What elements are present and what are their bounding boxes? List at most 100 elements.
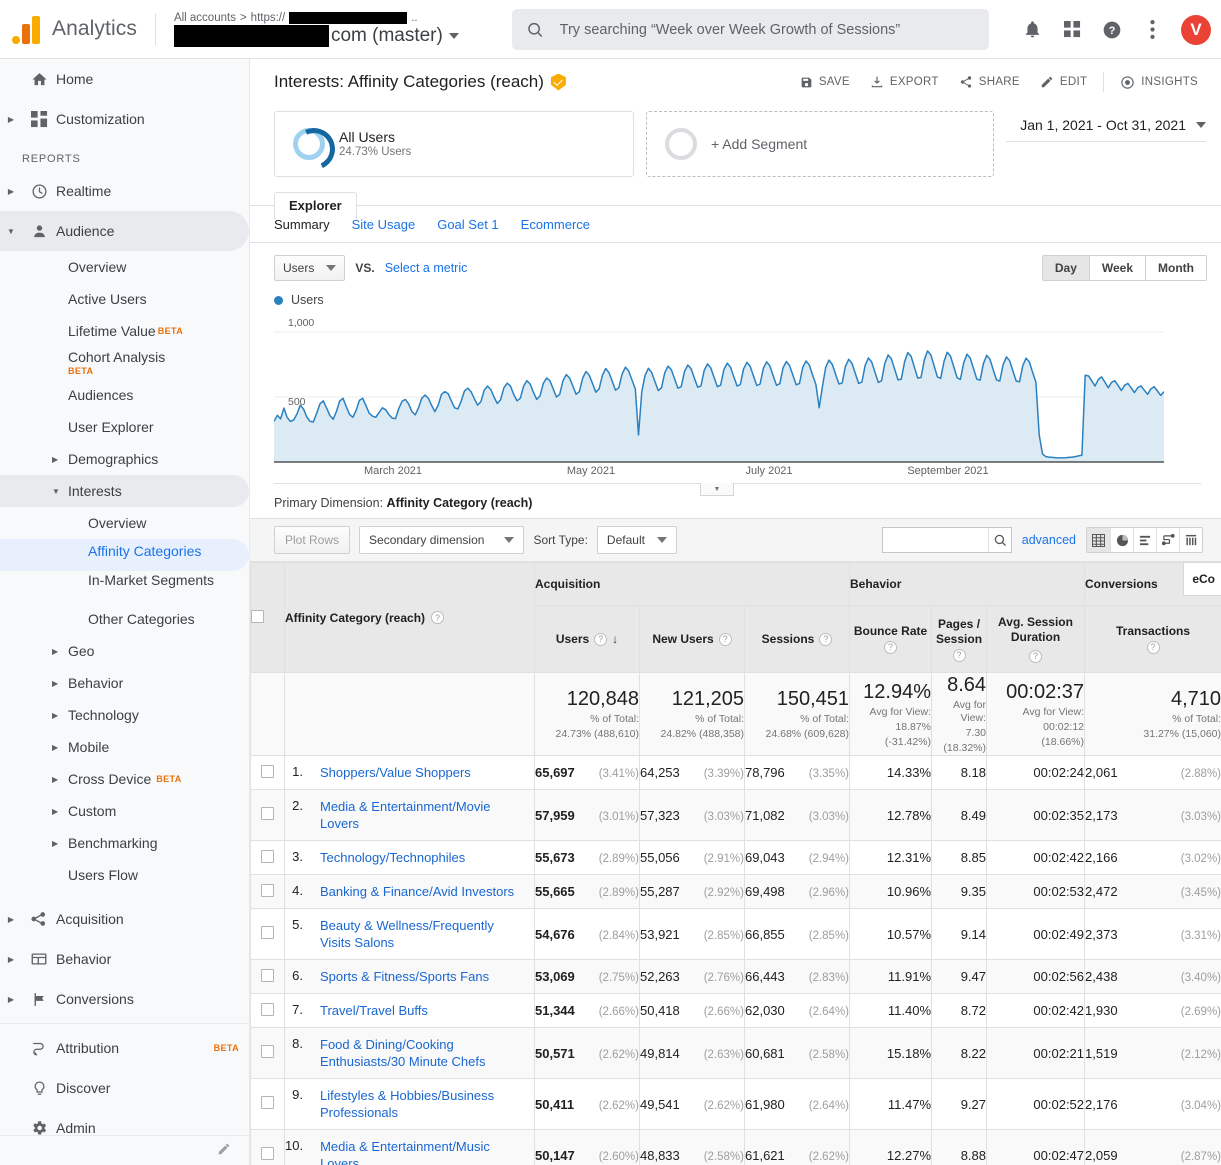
sidebar-item-interests-overview[interactable]: Overview bbox=[0, 507, 249, 539]
chevron-right-icon[interactable]: ▶ bbox=[0, 955, 22, 964]
help-icon[interactable]: ? bbox=[953, 649, 966, 662]
table-row[interactable]: 9.Lifestyles & Hobbies/Business Professi… bbox=[251, 1079, 1221, 1130]
table-row[interactable]: 10.Media & Entertainment/Music Lovers50,… bbox=[251, 1130, 1221, 1165]
export-button[interactable]: EXPORT bbox=[861, 69, 948, 95]
table-row[interactable]: 4.Banking & Finance/Avid Investors55,665… bbox=[251, 875, 1221, 909]
column-avg-session-duration[interactable]: Avg. Session Duration ? bbox=[987, 606, 1085, 673]
sidebar-item-conversions[interactable]: ▶ Conversions bbox=[0, 979, 249, 1019]
row-dimension-link[interactable]: Lifestyles & Hobbies/Business Profession… bbox=[320, 1087, 525, 1121]
sidebar-item-lifetime-value[interactable]: Lifetime ValueBETA bbox=[0, 315, 249, 347]
table-row[interactable]: 8.Food & Dining/Cooking Enthusiasts/30 M… bbox=[251, 1028, 1221, 1079]
row-checkbox[interactable] bbox=[261, 1096, 274, 1109]
chevron-down-icon[interactable] bbox=[449, 33, 459, 39]
chevron-right-icon[interactable]: ▶ bbox=[52, 771, 68, 788]
sidebar-item-mobile[interactable]: ▶ Mobile bbox=[0, 731, 249, 763]
property-name[interactable]: com (master) bbox=[174, 25, 459, 47]
row-dimension-link[interactable]: Media & Entertainment/Movie Lovers bbox=[320, 798, 525, 832]
chevron-down-icon[interactable]: ▼ bbox=[0, 227, 22, 236]
sidebar-item-other-categories[interactable]: Other Categories bbox=[0, 603, 249, 635]
advanced-link[interactable]: advanced bbox=[1022, 533, 1076, 547]
help-icon[interactable]: ? bbox=[1147, 641, 1160, 654]
row-dimension-link[interactable]: Technology/Technophiles bbox=[320, 849, 465, 866]
dimension-header[interactable]: Affinity Category (reach) ? bbox=[285, 563, 535, 673]
sort-desc-icon[interactable]: ↓ bbox=[612, 632, 618, 647]
row-checkbox[interactable] bbox=[261, 1147, 274, 1160]
help-icon[interactable]: ? bbox=[719, 633, 732, 646]
sidebar-item-behavior-audience[interactable]: ▶ Behavior bbox=[0, 667, 249, 699]
row-checkbox[interactable] bbox=[261, 884, 274, 897]
column-transactions[interactable]: Transactions ? bbox=[1085, 606, 1221, 673]
row-checkbox[interactable] bbox=[261, 807, 274, 820]
subtab-goal-set-1[interactable]: Goal Set 1 bbox=[437, 217, 498, 232]
date-range-picker[interactable]: Jan 1, 2021 - Oct 31, 2021 bbox=[1006, 111, 1214, 177]
sidebar-item-interests[interactable]: ▼ Interests bbox=[0, 475, 249, 507]
segment-all-users[interactable]: All Users 24.73% Users bbox=[274, 111, 634, 177]
metric-select[interactable]: Users bbox=[274, 255, 345, 281]
search-icon[interactable] bbox=[988, 528, 1011, 552]
chevron-right-icon[interactable]: ▶ bbox=[52, 803, 68, 820]
row-checkbox[interactable] bbox=[261, 850, 274, 863]
sidebar-item-custom[interactable]: ▶ Custom bbox=[0, 795, 249, 827]
plot-rows-button[interactable]: Plot Rows bbox=[274, 526, 350, 554]
table-search[interactable] bbox=[882, 527, 1012, 553]
notifications-bell-icon[interactable] bbox=[1015, 13, 1049, 47]
chevron-right-icon[interactable]: ▶ bbox=[0, 995, 22, 1004]
column-bounce-rate[interactable]: Bounce Rate ? bbox=[850, 606, 932, 673]
table-row[interactable]: 3.Technology/Technophiles55,673(2.89%)55… bbox=[251, 841, 1221, 875]
chevron-right-icon[interactable]: ▶ bbox=[0, 115, 22, 124]
row-checkbox[interactable] bbox=[261, 969, 274, 982]
primary-dimension-value[interactable]: Affinity Category (reach) bbox=[387, 496, 533, 510]
granularity-day[interactable]: Day bbox=[1043, 256, 1089, 280]
sort-type-select[interactable]: Default bbox=[597, 526, 677, 554]
sidebar-item-cross-device[interactable]: ▶ Cross DeviceBETA bbox=[0, 763, 249, 795]
sidebar-item-affinity-categories[interactable]: Affinity Categories bbox=[0, 539, 249, 571]
row-dimension-link[interactable]: Banking & Finance/Avid Investors bbox=[320, 883, 514, 900]
sidebar-item-audience[interactable]: ▼ Audience bbox=[0, 211, 249, 251]
sidebar-item-geo[interactable]: ▶ Geo bbox=[0, 635, 249, 667]
select-all-checkbox[interactable] bbox=[251, 610, 264, 623]
sidebar-item-users-flow[interactable]: Users Flow bbox=[0, 859, 249, 891]
help-circle-icon[interactable]: ? bbox=[1095, 13, 1129, 47]
secondary-dimension-select[interactable]: Secondary dimension bbox=[359, 526, 524, 554]
row-dimension-link[interactable]: Media & Entertainment/Music Lovers bbox=[320, 1138, 525, 1165]
granularity-month[interactable]: Month bbox=[1145, 256, 1206, 280]
sidebar-item-in-market-segments[interactable]: In-Market Segments bbox=[0, 571, 249, 603]
sidebar-item-home[interactable]: Home bbox=[0, 59, 249, 99]
granularity-week[interactable]: Week bbox=[1089, 256, 1145, 280]
subtab-ecommerce[interactable]: Ecommerce bbox=[521, 217, 590, 232]
sidebar-item-customization[interactable]: ▶ Customization bbox=[0, 99, 249, 139]
sidebar-item-attribution[interactable]: AttributionBETA bbox=[0, 1028, 249, 1068]
pie-view-icon[interactable] bbox=[1110, 528, 1133, 552]
help-icon[interactable]: ? bbox=[594, 633, 607, 646]
insights-button[interactable]: INSIGHTS bbox=[1111, 69, 1207, 96]
comparison-view-icon[interactable] bbox=[1156, 528, 1179, 552]
table-row[interactable]: 6.Sports & Fitness/Sports Fans53,069(2.7… bbox=[251, 960, 1221, 994]
column-pages-session[interactable]: Pages / Session ? bbox=[932, 606, 987, 673]
sidebar-item-benchmarking[interactable]: ▶ Benchmarking bbox=[0, 827, 249, 859]
global-search[interactable] bbox=[512, 9, 989, 50]
pivot-view-icon[interactable] bbox=[1179, 528, 1202, 552]
column-new-users[interactable]: New Users ? bbox=[640, 606, 745, 673]
table-row[interactable]: 1.Shoppers/Value Shoppers65,697(3.41%)64… bbox=[251, 756, 1221, 790]
sidebar-item-cohort-analysis[interactable]: Cohort Analysis BETA bbox=[0, 347, 249, 379]
chevron-right-icon[interactable]: ▶ bbox=[52, 643, 68, 660]
help-icon[interactable]: ? bbox=[884, 641, 897, 654]
sidebar-item-acquisition[interactable]: ▶ Acquisition bbox=[0, 899, 249, 939]
help-icon[interactable]: ? bbox=[1029, 650, 1042, 663]
chevron-right-icon[interactable]: ▶ bbox=[0, 915, 22, 924]
sidebar-item-user-explorer[interactable]: User Explorer bbox=[0, 411, 249, 443]
chevron-right-icon[interactable]: ▶ bbox=[52, 707, 68, 724]
row-dimension-link[interactable]: Sports & Fitness/Sports Fans bbox=[320, 968, 489, 985]
sidebar-item-demographics[interactable]: ▶ Demographics bbox=[0, 443, 249, 475]
edit-button[interactable]: EDIT bbox=[1031, 69, 1096, 95]
avatar[interactable]: V bbox=[1181, 15, 1211, 45]
column-sessions[interactable]: Sessions ? bbox=[745, 606, 850, 673]
chevron-right-icon[interactable]: ▶ bbox=[52, 451, 68, 468]
table-row[interactable]: 5.Beauty & Wellness/Frequently Visits Sa… bbox=[251, 909, 1221, 960]
save-button[interactable]: SAVE bbox=[791, 70, 859, 95]
account-selector[interactable]: All accounts > https:// .. com (master) bbox=[174, 12, 459, 47]
table-view-icon[interactable] bbox=[1087, 528, 1110, 552]
share-button[interactable]: SHARE bbox=[950, 69, 1029, 95]
add-segment-button[interactable]: + Add Segment bbox=[646, 111, 994, 177]
row-checkbox[interactable] bbox=[261, 926, 274, 939]
